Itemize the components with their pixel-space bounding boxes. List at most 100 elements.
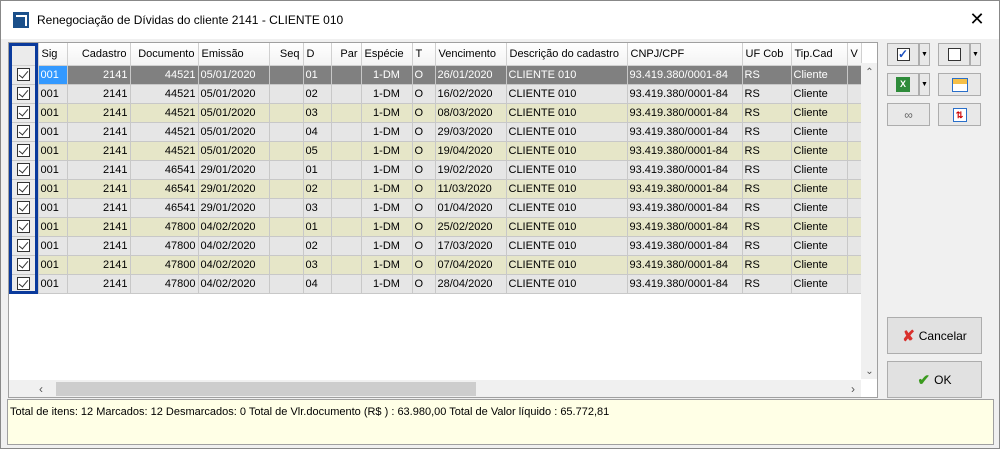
cell-d[interactable]: 02 — [303, 236, 332, 256]
cell-d[interactable]: 02 — [303, 179, 332, 199]
table-row[interactable]: 001 2141 47800 04/02/2020 01 1-DM O 25/02/2020 C… — [9, 217, 862, 237]
table-row[interactable]: 001 2141 44521 05/01/2020 01 1-DM O 26/01/2020 C… — [9, 65, 862, 85]
column-header-esp-cie[interactable]: Espécie — [361, 43, 413, 66]
column-header-documento[interactable]: Documento — [130, 43, 199, 66]
scroll-right-icon[interactable]: › — [851, 382, 855, 396]
cell-t[interactable]: O — [412, 217, 436, 237]
cell-emissao[interactable]: 04/02/2020 — [198, 217, 270, 237]
checkbox-checked[interactable] — [16, 87, 30, 100]
cell-v[interactable] — [847, 236, 862, 256]
cell-cadastro[interactable]: 2141 — [67, 122, 131, 142]
column-header-t[interactable]: T — [412, 43, 436, 66]
uncheck-all-button[interactable] — [938, 43, 970, 66]
column-header-tip-cad[interactable]: Tip.Cad — [791, 43, 848, 66]
cell-uf[interactable]: RS — [742, 217, 792, 237]
column-header-d[interactable]: D — [303, 43, 332, 66]
checkbox-checked[interactable] — [16, 125, 30, 138]
cell-t[interactable]: O — [412, 84, 436, 104]
cell-descricao[interactable]: CLIENTE 010 — [506, 255, 628, 275]
cell-tipcad[interactable]: Cliente — [791, 141, 848, 161]
cell-cadastro[interactable]: 2141 — [67, 65, 131, 85]
cell-sig[interactable]: 001 — [38, 84, 68, 104]
cell-emissao[interactable]: 05/01/2020 — [198, 65, 270, 85]
row-checkbox-cell[interactable] — [9, 65, 39, 85]
cell-documento[interactable]: 47800 — [130, 255, 199, 275]
cell-par[interactable] — [331, 274, 362, 294]
cell-vencimento[interactable]: 28/04/2020 — [435, 274, 507, 294]
table-row[interactable]: 001 2141 47800 04/02/2020 02 1-DM O 17/03/2020 C… — [9, 236, 862, 256]
cell-emissao[interactable]: 05/01/2020 — [198, 141, 270, 161]
cell-v[interactable] — [847, 141, 862, 161]
cell-cnpj[interactable]: 93.419.380/0001-84 — [627, 236, 743, 256]
cell-uf[interactable]: RS — [742, 84, 792, 104]
cell-par[interactable] — [331, 65, 362, 85]
cell-cadastro[interactable]: 2141 — [67, 179, 131, 199]
cell-emissao[interactable]: 29/01/2020 — [198, 160, 270, 180]
cell-vencimento[interactable]: 29/03/2020 — [435, 122, 507, 142]
row-checkbox-cell[interactable] — [9, 274, 39, 294]
checkbox-checked[interactable] — [16, 201, 30, 214]
cell-par[interactable] — [331, 217, 362, 237]
table-row[interactable]: 001 2141 46541 29/01/2020 02 1-DM O 11/03/2020 C… — [9, 179, 862, 199]
cell-sig[interactable]: 001 — [38, 255, 68, 275]
row-checkbox-cell[interactable] — [9, 160, 39, 180]
cell-descricao[interactable]: CLIENTE 010 — [506, 122, 628, 142]
cell-vencimento[interactable]: 26/01/2020 — [435, 65, 507, 85]
ok-button[interactable]: ✔ OK — [887, 361, 982, 398]
cell-descricao[interactable]: CLIENTE 010 — [506, 65, 628, 85]
cell-emissao[interactable]: 05/01/2020 — [198, 84, 270, 104]
cell-uf[interactable]: RS — [742, 274, 792, 294]
cell-d[interactable]: 03 — [303, 198, 332, 218]
checkbox-checked[interactable] — [16, 258, 30, 271]
cell-t[interactable]: O — [412, 179, 436, 199]
column-header-uf-cob[interactable]: UF Cob — [742, 43, 792, 66]
cell-especie[interactable]: 1-DM — [361, 255, 413, 275]
cell-tipcad[interactable]: Cliente — [791, 84, 848, 104]
cell-d[interactable]: 01 — [303, 217, 332, 237]
table-row[interactable]: 001 2141 46541 29/01/2020 01 1-DM O 19/02/2020 C… — [9, 160, 862, 180]
cell-d[interactable]: 03 — [303, 255, 332, 275]
cell-par[interactable] — [331, 236, 362, 256]
cell-vencimento[interactable]: 25/02/2020 — [435, 217, 507, 237]
cell-v[interactable] — [847, 179, 862, 199]
cell-emissao[interactable]: 05/01/2020 — [198, 122, 270, 142]
cell-cnpj[interactable]: 93.419.380/0001-84 — [627, 217, 743, 237]
cell-descricao[interactable]: CLIENTE 010 — [506, 217, 628, 237]
cell-tipcad[interactable]: Cliente — [791, 198, 848, 218]
cell-cadastro[interactable]: 2141 — [67, 217, 131, 237]
cell-emissao[interactable]: 29/01/2020 — [198, 179, 270, 199]
cell-par[interactable] — [331, 198, 362, 218]
cell-sig[interactable]: 001 — [38, 198, 68, 218]
cell-seq[interactable] — [269, 198, 304, 218]
table-row[interactable]: 001 2141 44521 05/01/2020 04 1-DM O 29/03/2020 C… — [9, 122, 862, 142]
row-checkbox-cell[interactable] — [9, 141, 39, 161]
cell-especie[interactable]: 1-DM — [361, 103, 413, 123]
cell-descricao[interactable]: CLIENTE 010 — [506, 198, 628, 218]
cell-sig[interactable]: 001 — [38, 141, 68, 161]
cell-par[interactable] — [331, 255, 362, 275]
cell-uf[interactable]: RS — [742, 141, 792, 161]
cell-t[interactable]: O — [412, 255, 436, 275]
cell-vencimento[interactable]: 19/04/2020 — [435, 141, 507, 161]
cell-v[interactable] — [847, 217, 862, 237]
column-header-par[interactable]: Par — [331, 43, 362, 66]
cell-cadastro[interactable]: 2141 — [67, 198, 131, 218]
cell-emissao[interactable]: 04/02/2020 — [198, 274, 270, 294]
row-checkbox-cell[interactable] — [9, 122, 39, 142]
cell-cadastro[interactable]: 2141 — [67, 236, 131, 256]
cell-vencimento[interactable]: 11/03/2020 — [435, 179, 507, 199]
cell-uf[interactable]: RS — [742, 255, 792, 275]
cell-seq[interactable] — [269, 236, 304, 256]
cell-d[interactable]: 01 — [303, 160, 332, 180]
cell-cnpj[interactable]: 93.419.380/0001-84 — [627, 103, 743, 123]
cell-especie[interactable]: 1-DM — [361, 65, 413, 85]
cell-documento[interactable]: 47800 — [130, 236, 199, 256]
cell-t[interactable]: O — [412, 122, 436, 142]
cell-cnpj[interactable]: 93.419.380/0001-84 — [627, 84, 743, 104]
cell-uf[interactable]: RS — [742, 236, 792, 256]
cell-t[interactable]: O — [412, 141, 436, 161]
cell-cadastro[interactable]: 2141 — [67, 274, 131, 294]
cell-descricao[interactable]: CLIENTE 010 — [506, 141, 628, 161]
cell-cnpj[interactable]: 93.419.380/0001-84 — [627, 255, 743, 275]
cell-seq[interactable] — [269, 160, 304, 180]
